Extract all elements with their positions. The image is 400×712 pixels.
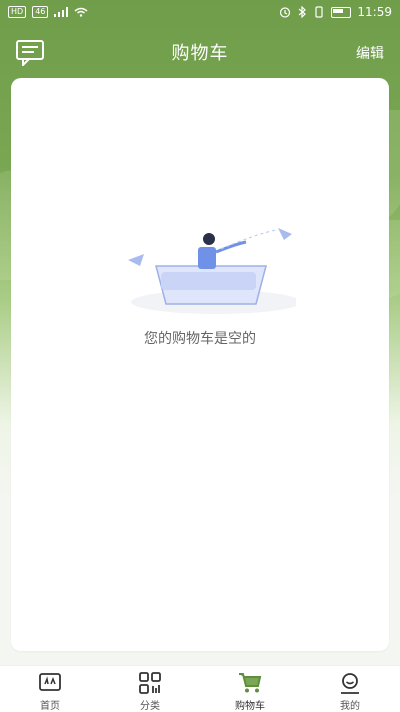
home-icon [39, 673, 61, 691]
tab-category[interactable]: 分类 [100, 666, 200, 712]
page-title: 购物车 [171, 43, 229, 64]
tab-profile[interactable]: 我的 [300, 666, 400, 712]
message-icon[interactable] [16, 40, 44, 66]
network-indicator: 46 [32, 6, 49, 18]
hd-indicator: HD [8, 6, 27, 18]
cart-icon [239, 673, 262, 693]
tab-home[interactable]: 首页 [0, 666, 100, 712]
vibrate-icon [315, 6, 324, 18]
wifi-icon [74, 7, 88, 17]
tab-profile-label: 我的 [340, 701, 360, 712]
status-bar: HD 46 11:59 [0, 0, 400, 24]
bluetooth-icon [299, 6, 307, 18]
category-icon [139, 672, 161, 694]
clock: 11:59 [357, 5, 392, 19]
tab-cart-label: 购物车 [235, 701, 265, 712]
profile-icon [341, 673, 359, 694]
tab-home-label: 首页 [40, 701, 60, 712]
signal-icon [54, 7, 69, 17]
alarm-icon [280, 7, 291, 18]
tab-cart[interactable]: 购物车 [200, 666, 300, 712]
top-bar: 购物车 编辑 [0, 28, 400, 76]
tab-category-label: 分类 [140, 701, 160, 712]
edit-button[interactable]: 编辑 [356, 43, 384, 63]
cart-card: 您的购物车是空的 [11, 78, 389, 651]
battery-icon [331, 6, 352, 18]
empty-cart-illustration [128, 228, 296, 314]
empty-cart-message: 您的购物车是空的 [144, 331, 256, 347]
bottom-tab-bar: 首页 分类 购物车 我的 [0, 665, 400, 712]
